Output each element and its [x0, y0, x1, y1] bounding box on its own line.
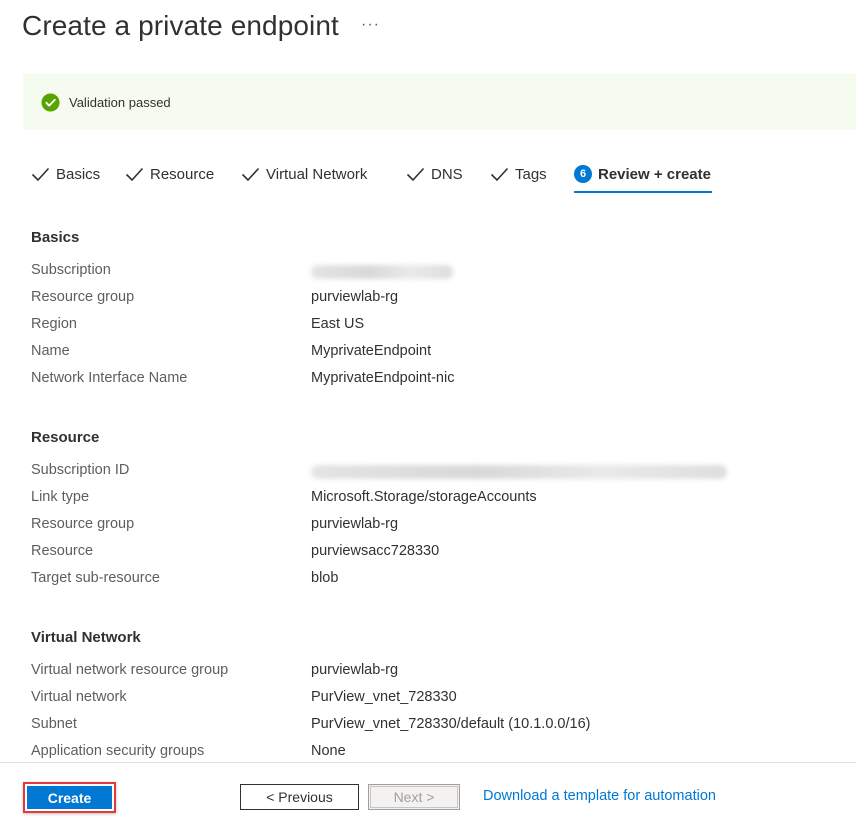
summary-row: Network Interface Name MyprivateEndpoint… — [31, 370, 831, 390]
row-label: Name — [31, 343, 70, 359]
download-template-link[interactable]: Download a template for automation — [483, 788, 716, 804]
validation-message: Validation passed — [69, 94, 171, 110]
tab-label: DNS — [431, 165, 463, 183]
checkmark-icon — [490, 167, 509, 181]
summary-row: Subnet PurView_vnet_728330/default (10.1… — [31, 716, 831, 736]
row-value: Microsoft.Storage/storageAccounts — [311, 489, 537, 505]
previous-button[interactable]: < Previous — [240, 784, 359, 810]
more-options-button[interactable]: ··· — [361, 16, 380, 34]
summary-row: Virtual network PurView_vnet_728330 — [31, 689, 831, 709]
row-value: purviewsacc728330 — [311, 543, 440, 559]
tab-review-create[interactable]: 6 Review + create — [574, 160, 711, 188]
row-label: Link type — [31, 489, 90, 505]
create-private-endpoint-page: Create a private endpoint ··· Validation… — [0, 0, 856, 836]
tab-resource[interactable]: Resource — [125, 160, 214, 188]
tab-label: Basics — [56, 165, 101, 183]
row-label: Subscription — [31, 262, 111, 278]
summary-row: Subscription ID — [31, 462, 831, 482]
row-value: blob — [311, 570, 339, 586]
row-label: Resource — [31, 543, 94, 559]
checkmark-icon — [406, 167, 425, 181]
checkmark-icon — [125, 167, 144, 181]
row-value: purviewlab-rg — [311, 289, 399, 305]
checkmark-icon — [241, 167, 260, 181]
footer-divider — [0, 762, 856, 763]
tab-label: Tags — [515, 165, 547, 183]
row-value: PurView_vnet_728330 — [311, 689, 457, 705]
tab-basics[interactable]: Basics — [31, 160, 100, 188]
section-title-resource: Resource — [31, 429, 100, 446]
check-circle-icon — [41, 92, 60, 112]
row-value: East US — [311, 316, 365, 332]
active-tab-indicator — [574, 191, 712, 193]
summary-row: Region East US — [31, 316, 831, 336]
tab-label: Resource — [150, 165, 215, 183]
section-title-basics: Basics — [31, 229, 80, 246]
row-value: PurView_vnet_728330/default (10.1.0.0/16… — [311, 716, 591, 732]
summary-row: Resource group purviewlab-rg — [31, 516, 831, 536]
page-title: Create a private endpoint — [22, 10, 339, 41]
row-value: purviewlab-rg — [311, 662, 399, 678]
row-label: Subscription ID — [31, 462, 130, 478]
step-number-badge: 6 — [574, 165, 592, 183]
row-value: MyprivateEndpoint-nic — [311, 370, 455, 386]
summary-row: Name MyprivateEndpoint — [31, 343, 831, 363]
tab-virtual-network[interactable]: Virtual Network — [241, 160, 367, 188]
row-label: Subnet — [31, 716, 77, 732]
row-value: None — [311, 743, 346, 759]
row-value: MyprivateEndpoint — [311, 343, 432, 359]
summary-row: Virtual network resource group purviewla… — [31, 662, 831, 682]
tab-label: Review + create — [598, 165, 711, 183]
row-label: Virtual network resource group — [31, 662, 229, 678]
row-label: Resource group — [31, 289, 135, 305]
row-label: Target sub-resource — [31, 570, 160, 586]
summary-row: Application security groups None — [31, 743, 831, 763]
create-button[interactable]: Create — [27, 786, 112, 809]
next-button[interactable]: Next > — [368, 784, 460, 810]
checkmark-icon — [31, 167, 50, 181]
row-label: Resource group — [31, 516, 135, 532]
summary-row: Subscription — [31, 262, 831, 282]
row-label: Region — [31, 316, 77, 332]
redacted-value — [311, 462, 727, 483]
summary-row: Link type Microsoft.Storage/storageAccou… — [31, 489, 831, 509]
row-value: purviewlab-rg — [311, 516, 399, 532]
row-label: Application security groups — [31, 743, 205, 759]
summary-row: Resource purviewsacc728330 — [31, 543, 831, 563]
row-label: Virtual network — [31, 689, 127, 705]
tab-dns[interactable]: DNS — [406, 160, 463, 188]
summary-row: Target sub-resource blob — [31, 570, 831, 590]
section-title-virtual-network: Virtual Network — [31, 629, 141, 646]
validation-banner: Validation passed — [23, 74, 856, 130]
redacted-value — [311, 262, 453, 283]
tab-label: Virtual Network — [266, 165, 368, 183]
row-label: Network Interface Name — [31, 370, 188, 386]
summary-row: Resource group purviewlab-rg — [31, 289, 831, 309]
tab-tags[interactable]: Tags — [490, 160, 547, 188]
